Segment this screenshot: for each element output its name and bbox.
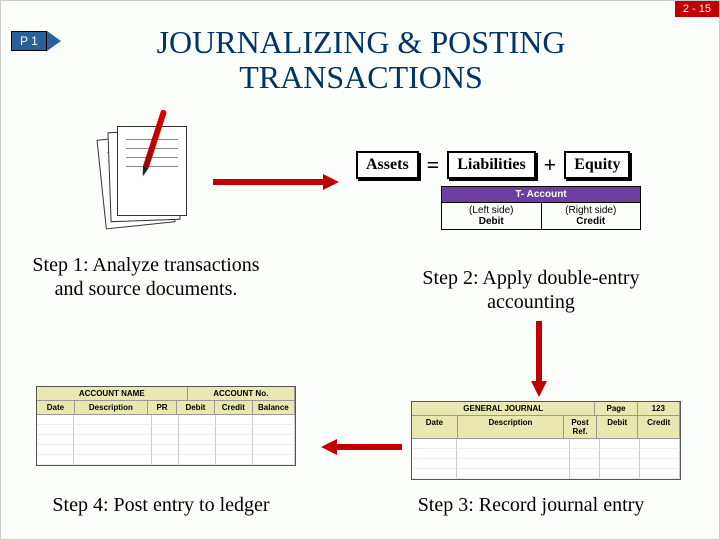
step-1-text: Step 1: Analyze transactions and source … (21, 253, 271, 301)
accounting-equation: Assets = Liabilities + Equity (356, 151, 630, 179)
journal-col-debit: Debit (597, 416, 639, 439)
step-2-text: Step 2: Apply double-entry accounting (401, 266, 661, 314)
equals-sign: = (427, 152, 440, 178)
ledger-account-no: ACCOUNT No. (188, 387, 295, 401)
arrow-down-icon (531, 321, 547, 397)
t-debit-label: Debit (446, 216, 537, 227)
ledger-col-date: Date (37, 401, 75, 415)
ledger-col-desc: Description (75, 401, 148, 415)
t-account-title: T- Account (441, 186, 641, 203)
step-3-text: Step 3: Record journal entry (401, 493, 661, 517)
objective-badge: P 1 (11, 31, 61, 51)
journal-col-date: Date (412, 416, 458, 439)
journal-col-pr: Post Ref. (564, 416, 597, 439)
arrow-left-icon (321, 439, 402, 455)
plus-sign: + (544, 152, 557, 178)
journal-col-credit: Credit (638, 416, 680, 439)
t-credit-label: Credit (546, 216, 637, 227)
badge-arrow-icon (47, 31, 61, 51)
journal-page-label: Page (595, 402, 637, 416)
ledger-col-pr: PR (148, 401, 177, 415)
journal-title: GENERAL JOURNAL (412, 402, 595, 416)
equation-equity: Equity (564, 151, 630, 179)
badge-label: P 1 (11, 31, 47, 51)
step-4-text: Step 4: Post entry to ledger (21, 493, 301, 517)
ledger-table: ACCOUNT NAME ACCOUNT No. Date Descriptio… (36, 386, 296, 466)
equation-assets: Assets (356, 151, 419, 179)
ledger-col-debit: Debit (177, 401, 215, 415)
journal-page-no: 123 (638, 402, 680, 416)
t-right-side: (Right side) (546, 205, 637, 216)
page-number: 2 - 15 (675, 1, 719, 17)
ledger-col-balance: Balance (253, 401, 295, 415)
t-left-side: (Left side) (446, 205, 537, 216)
journal-col-desc: Description (458, 416, 564, 439)
ledger-col-credit: Credit (215, 401, 253, 415)
general-journal-table: GENERAL JOURNAL Page 123 Date Descriptio… (411, 401, 681, 480)
slide-title: JOURNALIZING & POSTING TRANSACTIONS (141, 25, 581, 95)
arrow-right-icon (213, 174, 339, 190)
t-account-diagram: T- Account (Left side) Debit (Right side… (441, 186, 641, 230)
equation-liabilities: Liabilities (447, 151, 535, 179)
ledger-account-name: ACCOUNT NAME (37, 387, 188, 401)
